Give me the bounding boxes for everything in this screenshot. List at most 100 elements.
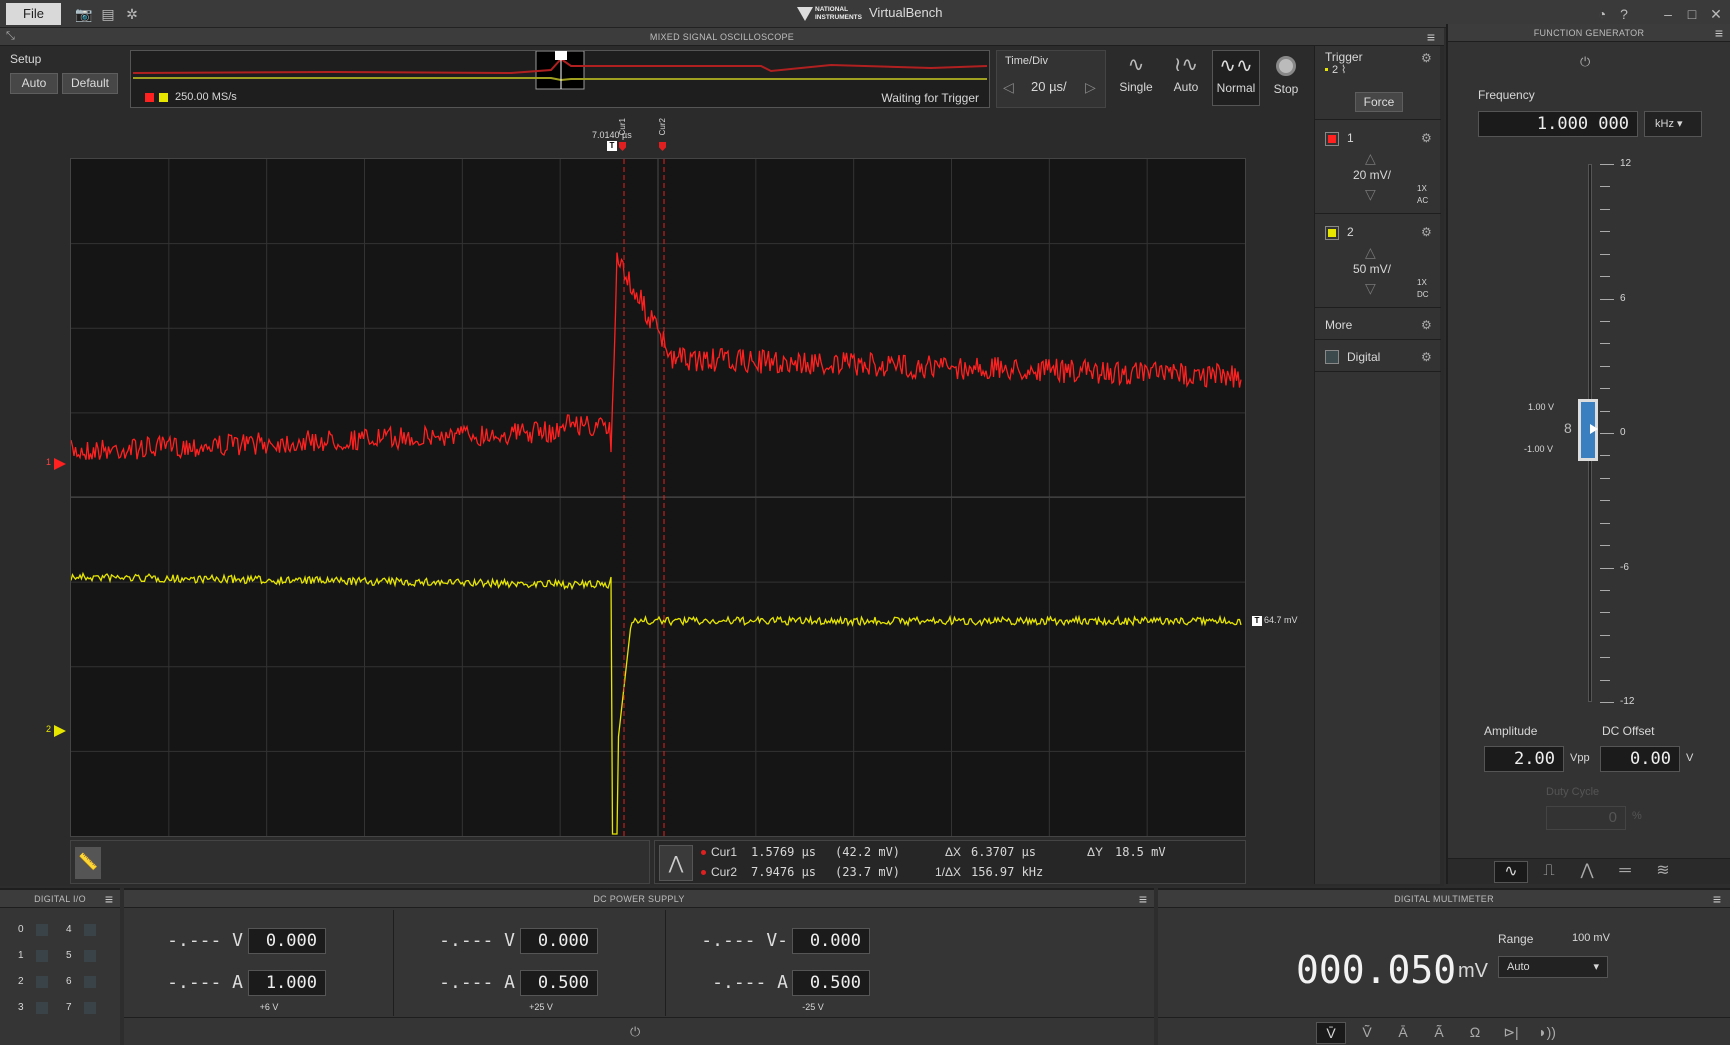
scale-tick [1600, 589, 1610, 591]
sine-wave-icon[interactable]: ∿ [1494, 861, 1528, 883]
dio-pin-indicator[interactable] [36, 1002, 48, 1014]
more-gear-icon[interactable]: ⚙ [1421, 319, 1433, 331]
ch2-scale-up-icon[interactable]: △ [1365, 244, 1376, 261]
scale-tick [1600, 253, 1610, 255]
range-select[interactable]: Auto ▾ [1498, 956, 1608, 978]
psu-channel-name: -25 V [802, 1002, 824, 1012]
save-config-icon[interactable]: ▤ [98, 4, 118, 24]
digital-gear-icon[interactable]: ⚙ [1421, 351, 1433, 363]
fgen-power-icon[interactable]: ⏻ [1580, 54, 1590, 70]
ac-amps-icon[interactable]: Ã [1424, 1022, 1454, 1044]
trigger-label: Trigger [1325, 50, 1363, 64]
stop-button[interactable]: Stop [1262, 50, 1310, 106]
psu-power-icon[interactable]: ⏻ [630, 1024, 640, 1040]
ch1-gear-icon[interactable]: ⚙ [1421, 132, 1433, 144]
default-setup-button[interactable]: Default [62, 73, 118, 94]
triangle-wave-icon[interactable]: ⋀ [1570, 861, 1604, 883]
ch2-scale-down-icon[interactable]: ▽ [1365, 280, 1376, 297]
dc-volts-icon[interactable]: V̄ [1316, 1022, 1346, 1044]
fgen-menu-icon[interactable]: ≡ [1712, 26, 1726, 40]
scope-display[interactable] [70, 158, 1246, 837]
dio-pin-indicator[interactable] [36, 976, 48, 988]
auto-setup-button[interactable]: Auto [10, 73, 58, 94]
square-wave-icon[interactable]: ⎍ [1532, 861, 1566, 883]
dio-pin-grid: 0 4 1 5 2 6 3 7 [18, 918, 108, 1028]
trigger-source: 2 [1332, 64, 1339, 76]
dc-offset-input[interactable]: 0.00 [1600, 746, 1680, 772]
ch2-gear-icon[interactable]: ⚙ [1421, 226, 1433, 238]
ch1-enable-checkbox[interactable] [1325, 132, 1339, 146]
auto-mode-button[interactable]: ≀∿ Auto [1162, 50, 1210, 106]
current-setpoint[interactable]: 0.500 [520, 970, 598, 996]
voltage-setpoint[interactable]: 0.000 [792, 928, 870, 954]
psu-menu-icon[interactable]: ≡ [1136, 892, 1150, 906]
frequency-unit-select[interactable]: kHz ▾ [1644, 111, 1702, 137]
close-icon[interactable]: ✕ [1706, 4, 1726, 24]
psu-channel: -.--- V 0.000 -.--- A 1.000 +6 V [124, 910, 394, 1016]
ni-logo-icon [797, 7, 813, 21]
cur1-label: Cur1 [711, 845, 738, 859]
force-trigger-button[interactable]: Force [1355, 92, 1403, 112]
ch1-scale-up-icon[interactable]: △ [1365, 150, 1376, 167]
single-mode-button[interactable]: ∿ Single [1112, 50, 1160, 106]
psu-channel: -.--- V 0.000 -.--- A 0.500 +25 V [396, 910, 666, 1016]
digital-enable-checkbox[interactable] [1325, 350, 1339, 364]
ac-volts-icon[interactable]: Ṽ [1352, 1022, 1382, 1044]
voltage-readback: -.--- V [167, 930, 243, 951]
trigger-position-marker[interactable]: T [607, 141, 617, 151]
voltage-setpoint[interactable]: 0.000 [248, 928, 326, 954]
amplitude-input[interactable]: 2.00 [1484, 746, 1564, 772]
upper-voltage: 1.00 V [1528, 402, 1555, 412]
trigger-level-marker[interactable]: T [1252, 616, 1262, 626]
frequency-input[interactable]: 1.000 000 [1478, 111, 1638, 137]
collapse-icon[interactable]: ⤡ [6, 30, 15, 43]
ch1-scale[interactable]: 20 mV/ [1353, 168, 1391, 182]
settings-icon[interactable]: ✲ [122, 4, 142, 24]
file-menu-button[interactable]: File [6, 3, 61, 25]
acquisition-overview[interactable]: 250.00 MS/s Waiting for Trigger [130, 50, 990, 108]
dio-menu-icon[interactable]: ≡ [102, 892, 116, 906]
voltage-setpoint[interactable]: 0.000 [520, 928, 598, 954]
run-mode-group: ∿ Single ≀∿ Auto ∿∿ Normal Stop [1112, 50, 1312, 108]
timediv-increase-icon[interactable]: ▷ [1085, 79, 1096, 96]
more-section[interactable]: More ⚙ [1315, 310, 1441, 340]
dio-pin-indicator[interactable] [84, 950, 96, 962]
ch2-rate-swatch [159, 93, 168, 102]
scale-tick [1600, 477, 1610, 479]
timediv-value[interactable]: 20 µs/ [1031, 79, 1067, 94]
ch2-scale[interactable]: 50 mV/ [1353, 262, 1391, 276]
continuity-icon[interactable]: ◗)) [1532, 1022, 1562, 1044]
dmm-menu-icon[interactable]: ≡ [1710, 892, 1724, 906]
dio-pin-indicator[interactable] [84, 1002, 96, 1014]
ch1-scale-down-icon[interactable]: ▽ [1365, 186, 1376, 203]
current-setpoint[interactable]: 1.000 [248, 970, 326, 996]
ruler-icon[interactable]: 📏 [75, 847, 101, 879]
current-setpoint[interactable]: 0.500 [792, 970, 870, 996]
rising-edge-icon: ⌇ [1341, 64, 1347, 76]
ch1-label: 1 [1347, 131, 1354, 145]
noise-wave-icon[interactable]: ≋ [1646, 861, 1680, 883]
scale-tick [1600, 298, 1614, 300]
help-icon[interactable]: ? [1614, 4, 1634, 24]
normal-mode-button[interactable]: ∿∿ Normal [1212, 50, 1260, 106]
dc-wave-icon[interactable]: ═ [1608, 861, 1642, 883]
wifi-icon[interactable]: ◔ [1592, 4, 1612, 24]
cursor-mode-icon[interactable]: ⋀ [659, 845, 693, 881]
trigger-gear-icon[interactable]: ⚙ [1421, 52, 1433, 64]
timediv-decrease-icon[interactable]: ◁ [1003, 79, 1014, 96]
ch2-enable-checkbox[interactable] [1325, 226, 1339, 240]
dio-pin-indicator[interactable] [36, 924, 48, 936]
dio-pin-indicator[interactable] [36, 950, 48, 962]
auto-mode-label: Auto [1173, 80, 1199, 94]
diode-icon[interactable]: ⊳| [1496, 1022, 1526, 1044]
link-icon[interactable]: 8 [1564, 420, 1572, 436]
minimize-icon[interactable]: – [1658, 4, 1678, 24]
resistance-icon[interactable]: Ω [1460, 1022, 1490, 1044]
maximize-icon[interactable]: □ [1682, 4, 1702, 24]
dio-pin-indicator[interactable] [84, 976, 96, 988]
dc-amps-icon[interactable]: Ā [1388, 1022, 1418, 1044]
scale-tick [1600, 522, 1610, 524]
camera-icon[interactable]: 📷 [74, 4, 94, 24]
scope-menu-icon[interactable]: ≡ [1424, 30, 1438, 44]
dio-pin-indicator[interactable] [84, 924, 96, 936]
